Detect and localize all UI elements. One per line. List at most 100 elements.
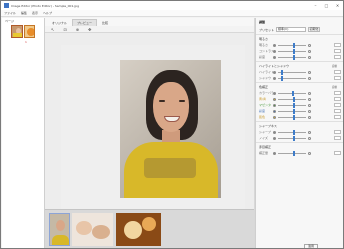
increase-icon[interactable] [308, 115, 311, 119]
adjust-slider[interactable] [278, 129, 306, 135]
menu-file[interactable]: ファイル [4, 11, 16, 15]
adjust-sections: 明るさ明るさコントラスト彩度ハイライトとシャドウ自動ハイライトシャドウ色補正自動… [256, 34, 343, 156]
maximize-icon[interactable]: □ [321, 3, 332, 8]
adjust-value-field[interactable] [334, 130, 341, 134]
pointer-icon[interactable]: ↖ [51, 27, 54, 32]
increase-icon[interactable] [308, 43, 311, 47]
slider-handle[interactable] [293, 114, 296, 120]
adjust-value-field[interactable] [334, 97, 341, 101]
tab-compare[interactable]: 比較 [98, 20, 112, 26]
minimize-icon[interactable]: – [310, 3, 321, 8]
adjust-slider[interactable] [278, 75, 306, 81]
increase-icon[interactable] [308, 55, 311, 59]
adjust-slider[interactable] [278, 48, 306, 54]
adjust-value-field[interactable] [334, 43, 341, 47]
adjust-slider[interactable] [278, 150, 306, 156]
menu-help[interactable]: ヘルプ [43, 11, 52, 15]
tab-original[interactable]: オリジナル [48, 20, 71, 26]
increase-icon[interactable] [308, 91, 311, 95]
decrease-icon[interactable] [273, 70, 276, 74]
crop-icon[interactable]: ⊡ [63, 27, 66, 32]
decrease-icon[interactable] [273, 49, 276, 53]
increase-icon[interactable] [308, 136, 311, 140]
decrease-icon[interactable] [273, 115, 276, 119]
reset-button[interactable]: 初期化 [308, 27, 321, 32]
preset-row: プリセット 標準(C) 初期化 [256, 26, 343, 33]
adjust-slider[interactable] [278, 114, 306, 120]
filmstrip-thumbnail-3[interactable] [116, 213, 161, 246]
increase-icon[interactable] [308, 76, 311, 80]
adjust-slider[interactable] [278, 90, 306, 96]
adjust-row: シャドウ [256, 75, 343, 81]
adjust-slider[interactable] [278, 69, 306, 75]
apply-button[interactable]: 適用 [304, 244, 318, 248]
slider-handle[interactable] [293, 135, 296, 141]
adjust-value-field[interactable] [334, 55, 341, 59]
increase-icon[interactable] [308, 70, 311, 74]
adjust-row: ノイズ [256, 135, 343, 141]
slider-handle[interactable] [293, 96, 296, 102]
adjust-label: 肌色 [259, 115, 266, 119]
increase-icon[interactable] [308, 97, 311, 101]
menu-edit[interactable]: 編集 [21, 11, 27, 15]
decrease-icon[interactable] [273, 55, 276, 59]
adjust-value-field[interactable] [334, 136, 341, 140]
app-window: Image Editor (Photo Editor) - Sample_001… [0, 0, 344, 249]
adjust-value-field[interactable] [334, 103, 341, 107]
decrease-icon[interactable] [273, 103, 276, 107]
adjust-slider[interactable] [278, 135, 306, 141]
slider-handle[interactable] [293, 129, 296, 135]
slider-handle[interactable] [293, 54, 296, 60]
filmstrip-thumbnail-2[interactable] [72, 213, 113, 246]
slider-handle[interactable] [292, 90, 294, 96]
page-thumbnail-1[interactable] [11, 25, 23, 38]
decrease-icon[interactable] [273, 151, 276, 155]
menu-view[interactable]: 表示 [32, 11, 38, 15]
slider-handle[interactable] [293, 48, 296, 54]
filmstrip-thumbnail-1[interactable] [49, 213, 70, 246]
adjust-value-field[interactable] [334, 151, 341, 155]
adjust-slider[interactable] [278, 102, 306, 108]
decrease-icon[interactable] [273, 109, 276, 113]
section-header: 明るさ [256, 34, 343, 42]
slider-handle[interactable] [280, 75, 283, 81]
adjust-slider[interactable] [278, 108, 306, 114]
close-icon[interactable]: ✕ [332, 3, 343, 8]
tool-bar: ↖ ⊡ ⊕ ✥ [45, 26, 255, 33]
adjust-slider[interactable] [278, 54, 306, 60]
increase-icon[interactable] [308, 49, 311, 53]
increase-icon[interactable] [308, 109, 311, 113]
slider-handle[interactable] [293, 102, 296, 108]
adjust-value-field[interactable] [334, 49, 341, 53]
increase-icon[interactable] [308, 151, 311, 155]
decrease-icon[interactable] [273, 76, 276, 80]
adjust-label: ハイライト [259, 70, 273, 74]
tab-preview[interactable]: プレビュー [72, 19, 98, 26]
zoom-icon[interactable]: ⊕ [76, 27, 79, 32]
adjust-value-field[interactable] [334, 91, 341, 95]
increase-icon[interactable] [308, 103, 311, 107]
adjust-slider[interactable] [278, 96, 306, 102]
slider-handle[interactable] [293, 42, 296, 48]
adjust-label: ノイズ [259, 136, 268, 140]
slider-handle[interactable] [280, 69, 283, 75]
decrease-icon[interactable] [273, 136, 276, 140]
filmstrip [45, 209, 255, 248]
adjust-label: カラーバランス [259, 91, 273, 95]
increase-icon[interactable] [308, 130, 311, 134]
adjust-value-field[interactable] [334, 109, 341, 113]
hand-icon[interactable]: ✥ [88, 27, 91, 32]
decrease-icon[interactable] [273, 91, 276, 95]
adjust-value-field[interactable] [334, 70, 341, 74]
adjust-label: 明るさ [259, 43, 269, 47]
adjust-value-field[interactable] [334, 76, 341, 80]
adjust-slider[interactable] [278, 42, 306, 48]
decrease-icon[interactable] [273, 43, 276, 47]
decrease-icon[interactable] [273, 97, 276, 101]
decrease-icon[interactable] [273, 130, 276, 134]
slider-handle[interactable] [293, 150, 296, 156]
adjust-value-field[interactable] [334, 115, 341, 119]
page-thumbnail-2[interactable] [23, 25, 35, 38]
preset-select[interactable]: 標準(C) [276, 27, 307, 32]
slider-handle[interactable] [293, 108, 296, 114]
